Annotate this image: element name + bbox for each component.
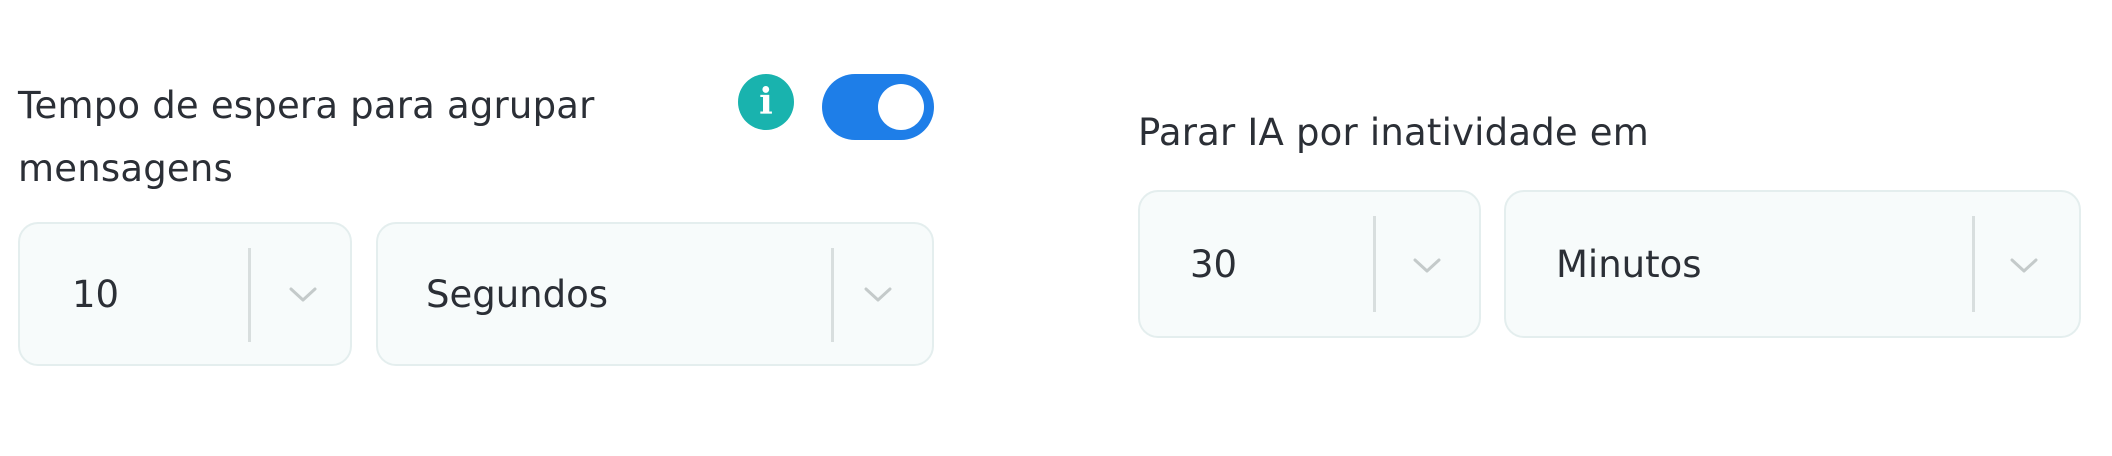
select-divider bbox=[831, 248, 834, 342]
inactivity-stop-label: Parar IA por inatividade em bbox=[1138, 111, 1650, 154]
wait-time-label: Tempo de espera para agrupar mensagens bbox=[18, 84, 595, 190]
inactivity-amount-select[interactable]: 30 bbox=[1138, 190, 1481, 338]
wait-unit-select[interactable]: Segundos bbox=[376, 222, 934, 366]
wait-time-toggle[interactable] bbox=[822, 74, 934, 140]
inactivity-unit-select[interactable]: Minutos bbox=[1504, 190, 2081, 338]
chevron-down-icon[interactable] bbox=[863, 286, 893, 304]
select-divider bbox=[1373, 216, 1376, 312]
info-icon[interactable]: i bbox=[738, 74, 794, 130]
select-divider bbox=[1972, 216, 1975, 312]
inactivity-amount-value: 30 bbox=[1190, 242, 1238, 286]
chevron-down-icon[interactable] bbox=[1412, 257, 1442, 275]
chevron-down-icon[interactable] bbox=[288, 286, 318, 304]
inactivity-unit-value: Minutos bbox=[1556, 242, 1702, 286]
wait-unit-value: Segundos bbox=[426, 272, 609, 316]
wait-amount-value: 10 bbox=[72, 272, 120, 316]
settings-panel: Tempo de espera para agrupar mensagens i… bbox=[0, 0, 2112, 456]
toggle-knob bbox=[878, 84, 924, 130]
select-divider bbox=[248, 248, 251, 342]
wait-amount-select[interactable]: 10 bbox=[18, 222, 352, 366]
chevron-down-icon[interactable] bbox=[2009, 257, 2039, 275]
